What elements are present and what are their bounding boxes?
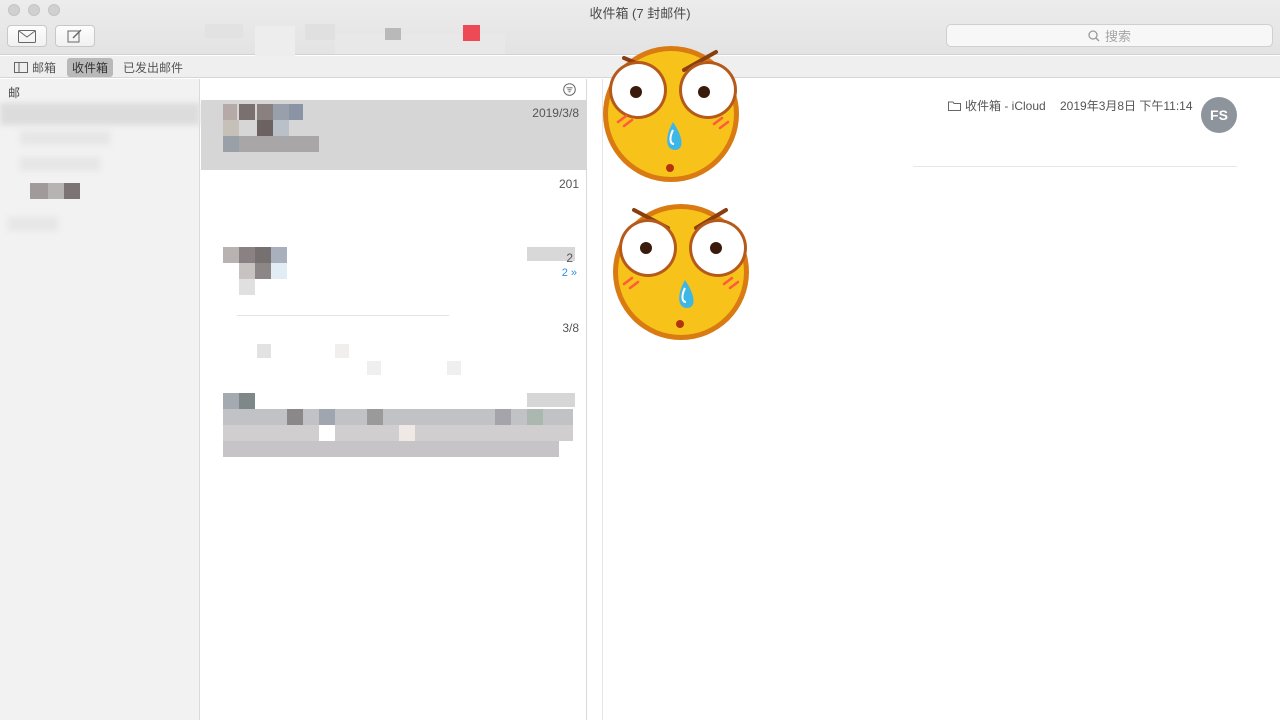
compose-icon bbox=[67, 29, 82, 43]
reader-date: 2019年3月8日 下午11:14 bbox=[1060, 99, 1193, 113]
message-separator bbox=[237, 315, 449, 316]
folder-icon bbox=[948, 101, 961, 111]
redacted-block bbox=[30, 183, 50, 199]
message-date: 3/8 bbox=[562, 321, 579, 335]
sidebar-item-redacted[interactable] bbox=[0, 103, 200, 125]
reader-header-divider bbox=[913, 166, 1237, 167]
message-row-2[interactable]: 201 bbox=[201, 171, 587, 295]
search-field[interactable]: 搜索 bbox=[946, 24, 1273, 47]
favorites-sent-label: 已发出邮件 bbox=[123, 61, 184, 75]
reader-folder-name: 收件箱 - iCloud bbox=[965, 99, 1046, 113]
redacted-block bbox=[64, 183, 80, 199]
redacted-toolbar-area bbox=[205, 22, 515, 56]
message-date: 2019/3/8 bbox=[532, 106, 579, 120]
message-date: 201 bbox=[558, 177, 579, 191]
favorites-mailboxes-label: 邮箱 bbox=[32, 61, 57, 75]
sidebar-section-redacted bbox=[8, 217, 58, 231]
angry-face-sticker-icon bbox=[603, 46, 739, 182]
window-title: 收件箱 (7 封邮件) bbox=[589, 6, 691, 21]
message-row-3[interactable]: 2 2 » bbox=[201, 251, 587, 311]
sidebar-item-redacted[interactable] bbox=[20, 157, 100, 171]
envelope-icon bbox=[18, 29, 36, 43]
favorites-sent-button[interactable]: 已发出邮件 bbox=[123, 59, 183, 76]
sidebar-header: 邮 bbox=[8, 86, 21, 100]
mailbox-sidebar: 邮 bbox=[0, 79, 200, 720]
search-placeholder: 搜索 bbox=[1104, 29, 1131, 44]
sender-avatar: FS bbox=[1201, 97, 1237, 133]
get-mail-button[interactable] bbox=[7, 25, 47, 47]
sidebar-item-redacted[interactable] bbox=[20, 131, 110, 145]
message-date: 2 bbox=[566, 251, 573, 265]
reader-mailbox-label[interactable]: 收件箱 - iCloud bbox=[948, 97, 1046, 114]
red-flag-block bbox=[463, 25, 480, 41]
favorites-mailboxes-button[interactable]: 邮箱 bbox=[14, 59, 56, 76]
message-list: 2019/3/8 201 2 2 » 3/8 bbox=[201, 79, 587, 720]
filter-icon[interactable] bbox=[563, 83, 576, 96]
message-row-4[interactable]: 3/8 bbox=[201, 319, 587, 469]
search-icon bbox=[1088, 29, 1100, 41]
sidebar-toggle-icon bbox=[14, 62, 28, 73]
favorites-inbox-button[interactable]: 收件箱 bbox=[67, 58, 114, 77]
angry-face-sticker-icon bbox=[613, 204, 749, 340]
favorites-inbox-label: 收件箱 bbox=[72, 61, 109, 75]
thread-count-badge[interactable]: 2 » bbox=[562, 267, 577, 279]
compose-button[interactable] bbox=[55, 25, 95, 47]
message-row-1[interactable]: 2019/3/8 bbox=[201, 100, 587, 170]
redacted-block bbox=[48, 183, 64, 199]
